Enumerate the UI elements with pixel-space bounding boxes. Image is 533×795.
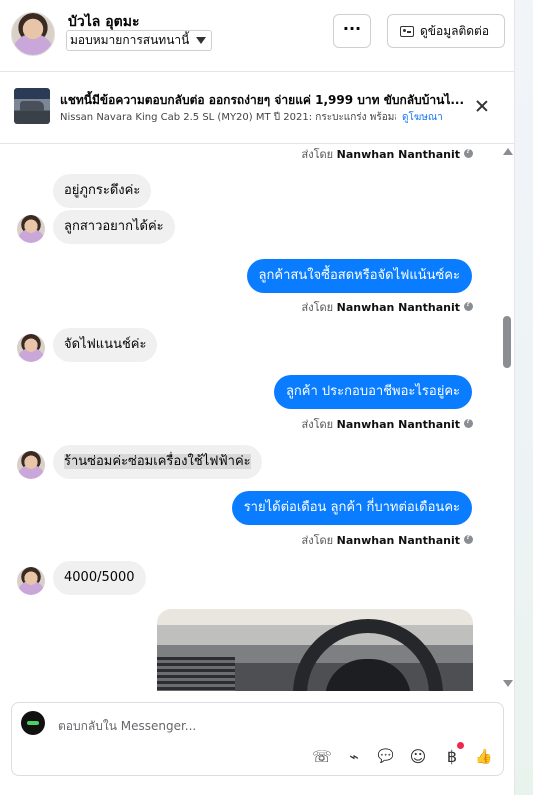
attachment-icon[interactable]: ⌁ [344,747,364,767]
photo-steering-wheel [293,619,443,691]
contact-avatar-small [17,567,45,595]
notification-dot [457,742,464,749]
incoming-message: 4000/5000 [53,561,146,595]
info-icon[interactable] [464,533,473,544]
reply-input[interactable]: ตอบกลับใน Messenger... [58,717,196,736]
assign-label: มอบหมายการสนทนานี้ [70,33,190,47]
view-ad-link[interactable]: ดูโฆษณา [402,110,443,125]
photo-air-vent [157,657,235,691]
like-icon[interactable]: 👍 [474,747,494,767]
sent-by-label: ส่งโดย Nanwhan Nanthanit [302,531,473,549]
sent-by-label: ส่งโดย Nanwhan Nanthanit [302,145,473,163]
scroll-down-arrow[interactable] [503,680,513,687]
payment-icon[interactable]: ฿ [442,747,462,767]
scroll-up-arrow[interactable] [503,148,513,155]
incoming-message: ลูกสาวอยากได้ค่ะ [53,210,175,244]
sent-by-label: ส่งโดย Nanwhan Nanthanit [302,298,473,316]
sent-by-label: ส่งโดย Nanwhan Nanthanit [302,415,473,433]
view-contact-info-button[interactable]: ดูข้อมูลติดต่อ [387,14,505,48]
outgoing-message: รายได้ต่อเดือน ลูกค้า กี่บาทต่อเดือนคะ [231,491,472,525]
incoming-message: อยู่ภูกระดึงค่ะ [53,174,152,208]
car-interior-photo[interactable] [157,609,473,691]
highlighted-text: ร้านซ่อมค่ะซ่อมเครื่องใช้ไฟฟ้าค่ะ [64,454,251,469]
chevron-down-icon [196,37,207,44]
incoming-message: จัดไฟแนนช์ค่ะ [53,328,158,362]
contact-avatar-small [17,215,45,243]
message-thread: ส่งโดย Nanwhan Nanthanit อยู่ภูกระดึงค่ะ… [0,145,500,691]
info-icon[interactable] [464,300,473,311]
contact-avatar[interactable] [11,12,55,56]
conversation-header: บัวไล อุตมะ มอบหมายการสนทนานี้ ··· ดูข้อ… [0,0,515,72]
close-icon[interactable] [474,98,490,114]
assign-conversation-select[interactable]: มอบหมายการสนทนานี้ [66,30,213,51]
outgoing-message: ลูกค้า ประกอบอาชีพอะไรอยู่คะ [273,375,472,409]
info-icon[interactable] [464,147,473,158]
outgoing-message: ลูกค้าสนใจซื้อสดหรือจัดไฟแน้นซ์คะ [246,259,472,293]
call-icon[interactable]: ☏ [312,747,332,767]
incoming-message: ร้านซ่อมค่ะซ่อมเครื่องใช้ไฟฟ้าค่ะ [53,445,262,479]
info-icon[interactable] [464,417,473,428]
contact-card-icon [400,26,414,37]
scrollbar-thumb[interactable] [503,316,511,368]
ad-title: แชทนี้มีข้อความตอบกลับต่อ ออกรถง่ายๆ จ่า… [60,93,465,107]
contact-avatar-small [17,334,45,362]
more-options-button[interactable]: ··· [333,14,371,48]
emoji-icon[interactable]: ☺ [408,747,428,767]
ad-banner: แชทนี้มีข้อความตอบกลับต่อ ออกรถง่ายๆ จ่า… [0,72,515,144]
ad-thumbnail[interactable] [14,88,50,124]
reply-composer[interactable]: ตอบกลับใน Messenger... ☏ ⌁ 💬 ☺ ฿ 👍 [11,702,504,776]
saved-reply-icon[interactable]: 💬 [376,747,396,767]
view-contact-info-label: ดูข้อมูลติดต่อ [420,24,490,38]
contact-avatar-small [17,451,45,479]
conversation-panel: บัวไล อุตมะ มอบหมายการสนทนานี้ ··· ดูข้อ… [0,0,515,795]
ad-subtitle: Nissan Navara King Cab 2.5 SL (MY20) MT … [60,112,396,123]
page-logo-avatar [21,711,45,735]
